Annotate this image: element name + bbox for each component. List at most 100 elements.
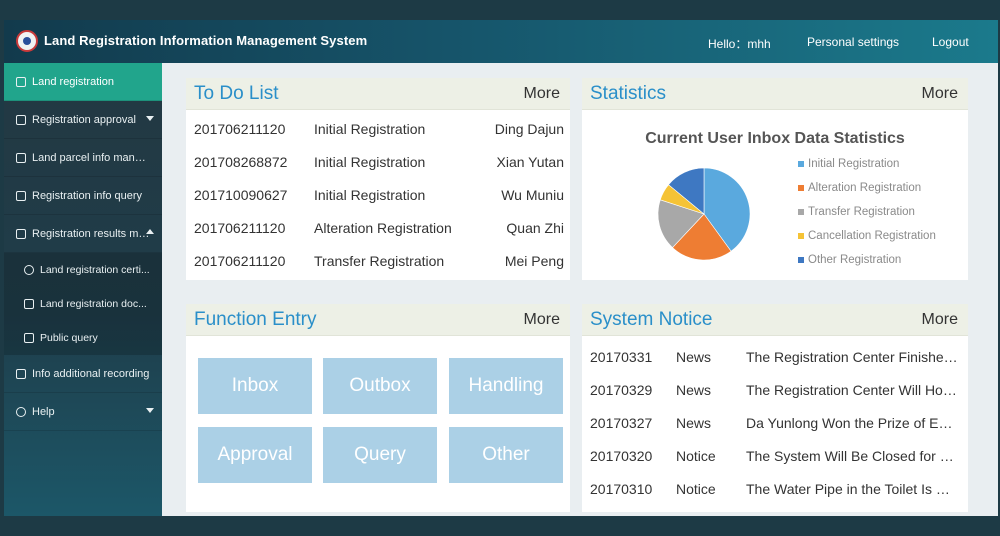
notice-category: News: [676, 349, 712, 365]
todo-title: To Do List: [194, 83, 279, 104]
outbox-tile-button[interactable]: Outbox: [323, 358, 437, 414]
inbox-tile-button[interactable]: Inbox: [198, 358, 312, 414]
sidebar-subitem-document[interactable]: Land registration doc...: [4, 287, 162, 321]
system-notice-more-link[interactable]: More: [922, 311, 958, 329]
notice-date: 20170329: [590, 382, 653, 398]
function-entry-more-link[interactable]: More: [524, 311, 560, 329]
emblem-logo-icon: [16, 30, 38, 52]
todo-type: Initial Registration: [314, 121, 426, 137]
legend-swatch: [798, 185, 804, 191]
inbox-pie-chart: [657, 167, 751, 261]
handling-tile-button[interactable]: Handling: [449, 358, 563, 414]
todo-id: 201706211120: [194, 220, 286, 236]
document-icon: [16, 190, 26, 201]
other-tile-button[interactable]: Other: [449, 427, 563, 483]
sidebar-item-label: Public query: [40, 332, 98, 344]
sidebar-item-land-registration[interactable]: Land registration: [4, 63, 162, 101]
todo-id: 201706211120: [194, 121, 286, 137]
system-notice-title: System Notice: [590, 309, 713, 330]
legend-label: Cancellation Registration: [808, 230, 936, 242]
todo-panel-header: To Do List More: [186, 78, 570, 110]
todo-applicant: Quan Zhi: [506, 220, 564, 236]
todo-row[interactable]: 201706211120 Initial Registration Ding D…: [186, 112, 570, 145]
notice-headline: The Registration Center Will Hold a Meet…: [746, 382, 958, 398]
sidebar-subitem-public-query[interactable]: Public query: [4, 321, 162, 355]
notice-headline: The Water Pipe in the Toilet Is Broken: [746, 481, 958, 497]
caret-up-icon: [146, 229, 154, 234]
legend-label: Initial Registration: [808, 158, 900, 170]
legend-item[interactable]: Alteration Registration: [798, 176, 936, 200]
help-icon: [16, 406, 26, 417]
home-icon: [16, 76, 26, 87]
certificate-icon: [24, 265, 34, 275]
statistics-panel-header: Statistics More: [582, 78, 968, 110]
notice-category: Notice: [676, 481, 716, 497]
sidebar-item-registration-approval[interactable]: Registration approval: [4, 101, 162, 139]
sidebar-item-label: Registration approval: [32, 113, 136, 126]
sidebar: Land registration Registration approval …: [4, 63, 162, 516]
sidebar-item-registration-results[interactable]: Registration results ma...: [4, 215, 162, 253]
sidebar-item-label: Registration info query: [32, 189, 143, 202]
query-tile-button[interactable]: Query: [323, 427, 437, 483]
todo-panel: To Do List More 201706211120 Initial Reg…: [186, 78, 570, 280]
todo-applicant: Wu Muniu: [501, 187, 564, 203]
todo-id: 201706211120: [194, 253, 286, 269]
todo-id: 201708268872: [194, 154, 288, 170]
todo-row[interactable]: 201708268872 Initial Registration Xian Y…: [186, 145, 570, 178]
todo-type: Initial Registration: [314, 187, 426, 203]
legend-swatch: [798, 161, 804, 167]
parcel-icon: [16, 152, 26, 163]
chart-title: Current User Inbox Data Statistics: [645, 130, 905, 147]
notice-headline: The System Will Be Closed for Maintenanc…: [746, 448, 958, 464]
legend-item[interactable]: Initial Registration: [798, 152, 936, 176]
user-greeting: Hello：mhh: [708, 37, 771, 51]
todo-applicant: Ding Dajun: [494, 121, 564, 137]
app-window: Land Registration Information Management…: [4, 20, 998, 516]
notice-date: 20170310: [590, 481, 653, 497]
sidebar-item-registration-query[interactable]: Registration info query: [4, 177, 162, 215]
statistics-more-link[interactable]: More: [922, 85, 958, 103]
notice-date: 20170327: [590, 415, 653, 431]
notice-row[interactable]: 20170310 Notice The Water Pipe in the To…: [582, 472, 968, 505]
notice-category: News: [676, 415, 712, 431]
sidebar-subitem-certificate[interactable]: Land registration certi...: [4, 253, 162, 287]
legend-swatch: [798, 209, 804, 215]
notice-category: News: [676, 382, 712, 398]
legend-item[interactable]: Other Registration: [798, 248, 936, 272]
sidebar-item-label: Info additional recording: [32, 367, 150, 380]
system-notice-header: System Notice More: [582, 304, 968, 336]
notice-row[interactable]: 20170320 Notice The System Will Be Close…: [582, 439, 968, 472]
todo-row[interactable]: 201706211120 Transfer Registration Mei P…: [186, 244, 570, 277]
todo-applicant: Mei Peng: [504, 253, 564, 269]
function-entry-panel: Function Entry More Inbox Outbox Handlin…: [186, 304, 570, 512]
legend-item[interactable]: Cancellation Registration: [798, 224, 936, 248]
notice-row[interactable]: 20170329 News The Registration Center Wi…: [582, 373, 968, 406]
notice-row[interactable]: 20170327 News Da Yunlong Won the Prize o…: [582, 406, 968, 439]
logout-link[interactable]: Logout: [932, 35, 969, 49]
search-document-icon: [24, 333, 34, 343]
sidebar-item-help[interactable]: Help: [4, 393, 162, 431]
calendar-icon: [16, 114, 26, 125]
sidebar-item-label: Registration results ma...: [32, 227, 150, 240]
notice-headline: The Registration Center Finished the Wor…: [746, 349, 958, 365]
notice-row[interactable]: 20170331 News The Registration Center Fi…: [582, 340, 968, 373]
caret-down-icon: [146, 116, 154, 121]
sidebar-item-land-parcel[interactable]: Land parcel info mana...: [4, 139, 162, 177]
todo-more-link[interactable]: More: [524, 85, 560, 103]
personal-settings-link[interactable]: Personal settings: [807, 35, 899, 49]
sidebar-item-additional-recording[interactable]: Info additional recording: [4, 355, 162, 393]
todo-id: 201710090627: [194, 187, 288, 203]
statistics-title: Statistics: [590, 83, 667, 104]
notice-headline: Da Yunlong Won the Prize of Excellent Em…: [746, 415, 958, 431]
approval-tile-button[interactable]: Approval: [198, 427, 312, 483]
sidebar-item-label: Land registration: [32, 75, 114, 88]
file-icon: [24, 299, 34, 309]
legend-label: Alteration Registration: [808, 182, 922, 194]
edit-icon: [16, 228, 26, 239]
legend-label: Transfer Registration: [808, 206, 915, 218]
todo-type: Initial Registration: [314, 154, 426, 170]
todo-type: Alteration Registration: [314, 220, 452, 236]
legend-item[interactable]: Transfer Registration: [798, 200, 936, 224]
todo-row[interactable]: 201706211120 Alteration Registration Qua…: [186, 211, 570, 244]
todo-row[interactable]: 201710090627 Initial Registration Wu Mun…: [186, 178, 570, 211]
